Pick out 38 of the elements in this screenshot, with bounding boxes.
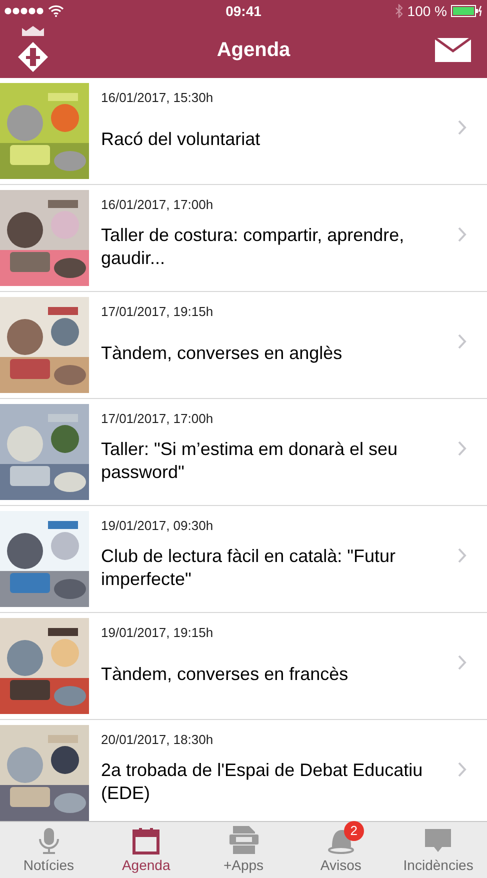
event-title: Tàndem, converses en francès (101, 663, 348, 686)
wifi-icon (48, 5, 64, 17)
chevron-right-icon (458, 654, 467, 670)
event-title: Taller de costura: compartir, aprendre, gaudir... (101, 224, 406, 270)
event-date: 20/01/2017, 18:30h (101, 731, 214, 749)
chevron-right-icon (458, 548, 467, 562)
tab-bar-item[interactable]: +Apps (194, 822, 292, 878)
microphone-icon (38, 827, 60, 855)
event-date: 16/01/2017, 15:30h (101, 89, 214, 107)
tab-bar-item[interactable]: Incidències (390, 822, 487, 878)
calendar-icon (132, 827, 160, 855)
event-date: 17/01/2017, 19:15h (101, 303, 214, 321)
tab-bar-item[interactable]: Agenda (97, 822, 195, 878)
battery-percentage: 100 % (407, 2, 447, 20)
screen-title: Agenda (216, 38, 290, 63)
event-title: 2a trobada de l'Espai de Debat Educatiu (EDE) (101, 758, 424, 805)
battery-charging-icon (451, 5, 483, 17)
envelope-icon[interactable] (435, 38, 471, 62)
event-date: 16/01/2017, 17:00h (101, 196, 214, 214)
event-title: Racó del voluntariat (101, 128, 260, 152)
tab-bar-item[interactable]: 2 Avisos (292, 822, 390, 878)
notification-badge: 2 (344, 821, 364, 841)
tab-bar-item[interactable]: Notícies (0, 822, 98, 878)
event-date: 19/01/2017, 19:15h (101, 624, 214, 642)
app-document-icon (228, 825, 260, 855)
chevron-right-icon (458, 762, 467, 776)
status-time: 09:41 (226, 2, 262, 20)
chevron-right-icon (458, 226, 467, 242)
chevron-right-icon (458, 120, 467, 134)
event-title: Taller: "Si m’estima em donarà el seu password" (101, 438, 399, 484)
chevron-right-icon (458, 440, 467, 456)
bluetooth-icon (395, 4, 404, 18)
event-title: Club de lectura fàcil en català: "Futur imperfecte" (101, 544, 397, 591)
event-date: 19/01/2017, 09:30h (101, 517, 214, 535)
event-date: 17/01/2017, 17:00h (101, 410, 214, 428)
event-title: Tàndem, converses en anglès (101, 342, 342, 366)
signal-icon (4, 7, 44, 15)
chevron-right-icon (458, 334, 467, 348)
